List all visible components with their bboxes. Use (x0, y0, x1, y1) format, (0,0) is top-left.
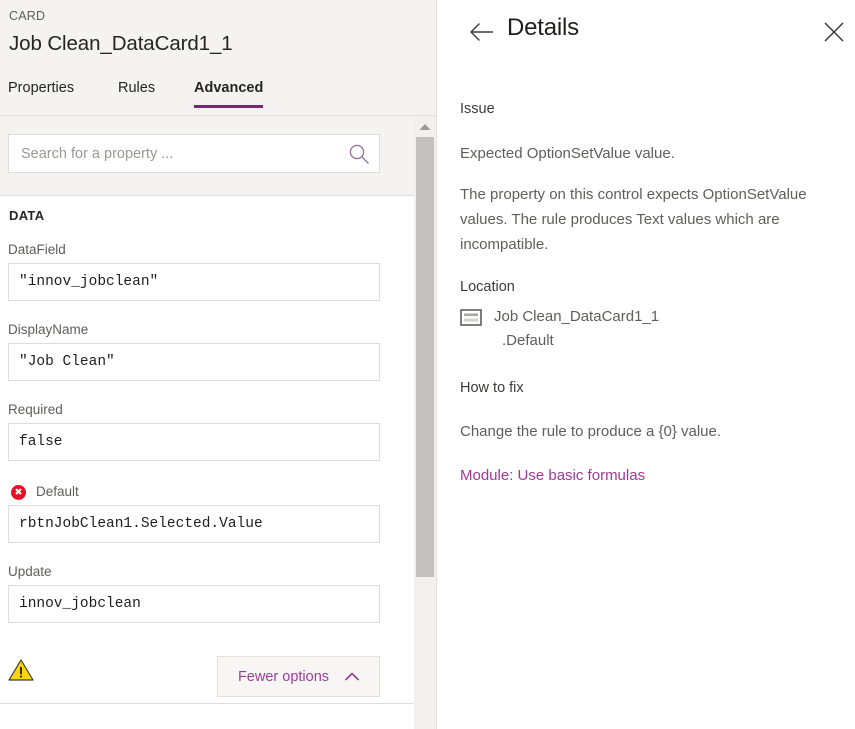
fewer-options-button[interactable]: Fewer options (217, 656, 380, 697)
page-title: Job Clean_DataCard1_1 (9, 32, 233, 55)
back-arrow-icon[interactable] (469, 21, 495, 43)
tab-properties[interactable]: Properties (8, 80, 74, 106)
tab-bar: Properties Rules Advanced (0, 80, 436, 116)
panel-header: CARD Job Clean_DataCard1_1 Properties Ru… (0, 0, 436, 116)
section-header-data: DATA (9, 208, 45, 223)
howtofix-heading: How to fix (460, 380, 524, 396)
field-default-label: ✖ Default (8, 482, 380, 502)
field-displayname-input[interactable] (8, 343, 380, 381)
fewer-options-label: Fewer options (237, 668, 330, 685)
field-update: Update (8, 562, 380, 623)
search-icon[interactable] (348, 143, 370, 165)
properties-panel: CARD Job Clean_DataCard1_1 Properties Ru… (0, 0, 436, 729)
footer-divider (0, 703, 414, 704)
field-default: ✖ Default (8, 482, 380, 543)
properties-list: DATA DataField DisplayName Required ✖ De… (0, 196, 414, 703)
field-datafield-input[interactable] (8, 263, 380, 301)
properties-scrollbar-thumb[interactable] (416, 137, 434, 577)
tab-rules-label: Rules (118, 80, 156, 96)
scroll-up-button[interactable] (414, 118, 436, 136)
close-icon[interactable] (823, 21, 845, 43)
howtofix-body: Change the rule to produce a {0} value. (460, 423, 722, 440)
card-kicker: CARD (9, 9, 46, 23)
location-property-name: .Default (502, 332, 554, 349)
field-default-input[interactable] (8, 505, 380, 543)
module-link[interactable]: Module: Use basic formulas (460, 467, 645, 484)
tab-active-underline (194, 105, 264, 108)
location-control-name: Job Clean_DataCard1_1 (494, 308, 660, 325)
field-required-input[interactable] (8, 423, 380, 461)
tab-rules[interactable]: Rules (118, 80, 155, 106)
field-displayname-label: DisplayName (8, 322, 89, 337)
field-update-label: Update (8, 564, 52, 579)
field-datafield-label: DataField (8, 242, 66, 257)
field-update-input[interactable] (8, 585, 380, 623)
details-title: Details (507, 14, 579, 41)
issue-heading: Issue (460, 101, 495, 117)
tab-advanced-label: Advanced (194, 80, 264, 96)
field-default-label-text: Default (36, 484, 79, 499)
card-control-icon (460, 309, 482, 326)
field-displayname: DisplayName (8, 320, 380, 381)
search-input[interactable] (9, 135, 339, 172)
warning-triangle-icon[interactable] (8, 658, 34, 682)
field-required: Required (8, 400, 380, 461)
field-required-label: Required (8, 402, 63, 417)
tab-properties-label: Properties (8, 80, 75, 96)
details-panel: Details Issue Expected OptionSetValue va… (437, 0, 855, 729)
tab-advanced[interactable]: Advanced (194, 80, 264, 108)
location-text: Job Clean_DataCard1_1 .Default (494, 305, 659, 353)
caret-up-icon (419, 124, 431, 130)
search-box[interactable] (8, 134, 380, 173)
error-icon: ✖ (11, 485, 26, 500)
chevron-up-icon (345, 672, 359, 681)
field-datafield: DataField (8, 240, 380, 301)
location-row[interactable]: Job Clean_DataCard1_1 .Default (460, 305, 835, 353)
search-zone (0, 116, 436, 196)
location-heading: Location (460, 279, 515, 295)
issue-summary: Expected OptionSetValue value. (460, 145, 675, 162)
issue-body: The property on this control expects Opt… (460, 186, 807, 253)
